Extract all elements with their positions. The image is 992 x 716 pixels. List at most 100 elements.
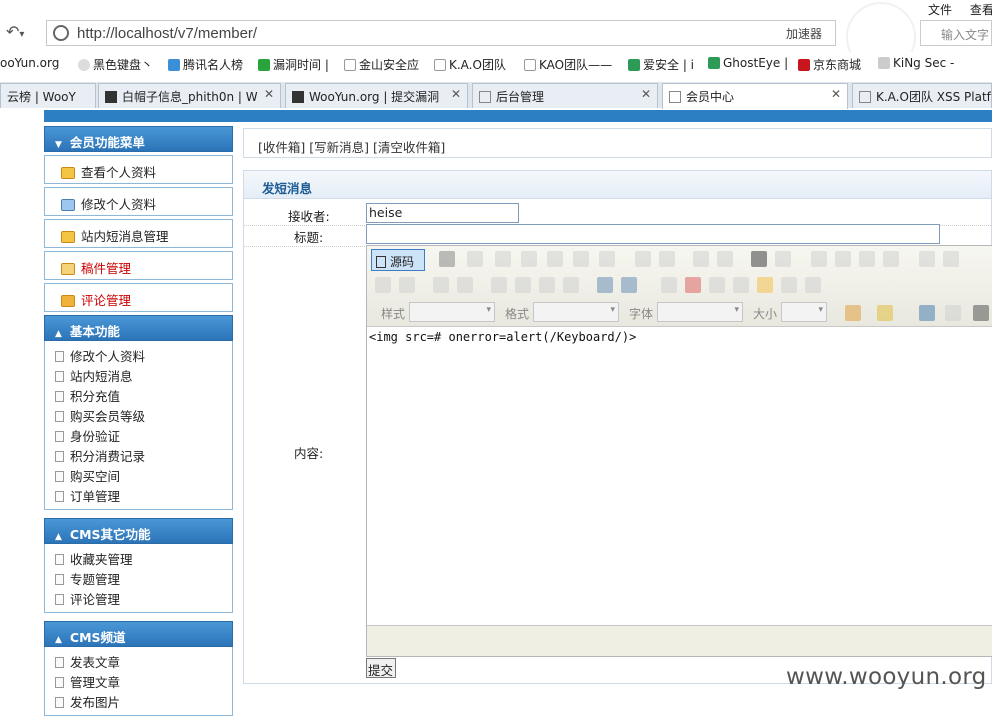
bookmark-item[interactable]: GhostEye |	[708, 56, 788, 70]
sidebar-item[interactable]: 购买空间	[55, 465, 232, 485]
strike-icon[interactable]	[883, 251, 899, 267]
search-input[interactable]: 输入文字	[920, 20, 992, 46]
find-icon[interactable]	[693, 251, 709, 267]
flash-icon[interactable]	[685, 277, 701, 293]
sidebar-item[interactable]: 站内短消息	[55, 365, 232, 385]
help-icon[interactable]	[973, 305, 989, 321]
align-left-icon[interactable]	[491, 277, 507, 293]
tab-3[interactable]: WooYun.org | 提交漏洞 ✕	[285, 83, 468, 108]
paste-text-icon[interactable]	[573, 251, 589, 267]
close-icon[interactable]: ✕	[451, 87, 461, 101]
menu-view[interactable]: 查看	[970, 3, 992, 17]
sidebar-item[interactable]: 专题管理	[55, 568, 232, 588]
format-select[interactable]	[533, 302, 619, 322]
show-blocks-icon[interactable]	[945, 305, 961, 321]
page-break-icon[interactable]	[805, 277, 821, 293]
image-icon[interactable]	[661, 277, 677, 293]
cut-icon[interactable]	[495, 251, 511, 267]
receiver-input[interactable]: heise	[366, 203, 519, 223]
smiley-icon[interactable]	[757, 277, 773, 293]
size-select[interactable]	[781, 302, 827, 322]
back-button[interactable]: ↶▾	[6, 22, 40, 44]
close-icon[interactable]: ✕	[641, 87, 651, 101]
outdent-icon[interactable]	[433, 277, 449, 293]
template-icon[interactable]	[467, 251, 483, 267]
maximize-icon[interactable]	[919, 305, 935, 321]
bookmark-item[interactable]: 京东商城	[798, 56, 861, 73]
hr-icon[interactable]	[733, 277, 749, 293]
sidebar-item[interactable]: 订单管理	[55, 485, 232, 505]
title-input[interactable]	[366, 224, 940, 244]
bookmark-item[interactable]: 爱安全 | i	[628, 56, 694, 73]
close-icon[interactable]: ✕	[264, 87, 274, 101]
submit-button[interactable]: 提交	[366, 658, 396, 678]
sidebar-item[interactable]: 购买会员等级	[55, 405, 232, 425]
source-button[interactable]: 源码	[371, 249, 425, 271]
redo-icon[interactable]	[659, 251, 675, 267]
sidebar-item[interactable]: 积分充值	[55, 385, 232, 405]
sidebar-item[interactable]: 发表文章	[55, 651, 232, 671]
bold-icon[interactable]	[811, 251, 827, 267]
font-select[interactable]	[657, 302, 743, 322]
special-char-icon[interactable]	[781, 277, 797, 293]
view-profile-button[interactable]: 查看个人资料	[44, 155, 233, 184]
bookmark-item[interactable]: KAO团队——	[524, 56, 612, 73]
align-center-icon[interactable]	[515, 277, 531, 293]
sidebar-item[interactable]: 发布图片	[55, 691, 232, 711]
italic-icon[interactable]	[835, 251, 851, 267]
sidebar-item[interactable]: 管理文章	[55, 671, 232, 691]
breadcrumb[interactable]: [收件箱] [写新消息] [清空收件箱]	[243, 128, 992, 158]
menu-file[interactable]: 文件	[928, 3, 952, 17]
sidebar-item[interactable]: 评论管理	[55, 588, 232, 608]
bookmark-item[interactable]: 漏洞时间 |	[258, 56, 329, 73]
style-select[interactable]	[409, 302, 495, 322]
bookmark-item[interactable]: 黑色键盘丶	[78, 56, 153, 73]
underline-icon[interactable]	[859, 251, 875, 267]
cms-channel-header[interactable]: ▲ CMS频道	[44, 621, 233, 647]
messages-manage-button[interactable]: 站内短消息管理	[44, 219, 233, 248]
indent-icon[interactable]	[457, 277, 473, 293]
tab-5-active[interactable]: 会员中心 ✕	[662, 83, 848, 109]
manuscript-manage-button[interactable]: 稿件管理	[44, 251, 233, 280]
comment-manage-button[interactable]: 评论管理	[44, 283, 233, 312]
preview-icon[interactable]	[439, 251, 455, 267]
undo-icon[interactable]	[635, 251, 651, 267]
align-right-icon[interactable]	[539, 277, 555, 293]
tab-1[interactable]: 云榜 | WooY	[0, 83, 96, 108]
replace-icon[interactable]	[717, 251, 733, 267]
close-icon[interactable]: ✕	[831, 87, 841, 101]
edit-profile-button[interactable]: 修改个人资料	[44, 187, 233, 216]
select-all-icon[interactable]	[751, 251, 767, 267]
editor-source-textarea[interactable]: <img src=# onerror=alert(/Keyboard/)>	[367, 326, 992, 626]
bookmark-item[interactable]: ooYun.org	[0, 56, 59, 70]
paste-icon[interactable]	[547, 251, 563, 267]
address-bar[interactable]: http://localhost/v7/member/	[46, 20, 836, 46]
cms-other-header[interactable]: ▲ CMS其它功能	[44, 518, 233, 544]
bookmark-item[interactable]: KiNg Sec -	[878, 56, 954, 70]
sidebar-item[interactable]: 收藏夹管理	[55, 548, 232, 568]
sidebar-item[interactable]: 身份验证	[55, 425, 232, 445]
sidebar-item[interactable]: 修改个人资料	[55, 345, 232, 365]
accelerator-button[interactable]: 加速器	[786, 25, 822, 42]
bookmark-item[interactable]: 腾讯名人榜	[168, 56, 243, 73]
sidebar-item[interactable]: 积分消费记录	[55, 445, 232, 465]
bg-color-icon[interactable]	[877, 305, 893, 321]
ordered-list-icon[interactable]	[375, 277, 391, 293]
subscript-icon[interactable]	[919, 251, 935, 267]
superscript-icon[interactable]	[943, 251, 959, 267]
justify-icon[interactable]	[563, 277, 579, 293]
unlink-icon[interactable]	[621, 277, 637, 293]
paste-word-icon[interactable]	[599, 251, 615, 267]
remove-format-icon[interactable]	[775, 251, 791, 267]
tab-2[interactable]: 白帽子信息_phith0n | W ✕	[98, 83, 281, 108]
link-icon[interactable]	[597, 277, 613, 293]
tab-6[interactable]: K.A.O团队 XSS Platfo	[852, 83, 992, 108]
bookmark-item[interactable]: K.A.O团队	[434, 56, 506, 73]
unordered-list-icon[interactable]	[399, 277, 415, 293]
tab-4[interactable]: 后台管理 ✕	[472, 83, 658, 108]
copy-icon[interactable]	[521, 251, 537, 267]
table-icon[interactable]	[709, 277, 725, 293]
member-menu-header[interactable]: ▼ 会员功能菜单	[44, 126, 233, 152]
bookmark-item[interactable]: 金山安全应	[344, 56, 419, 73]
basic-functions-header[interactable]: ▲ 基本功能	[44, 315, 233, 341]
